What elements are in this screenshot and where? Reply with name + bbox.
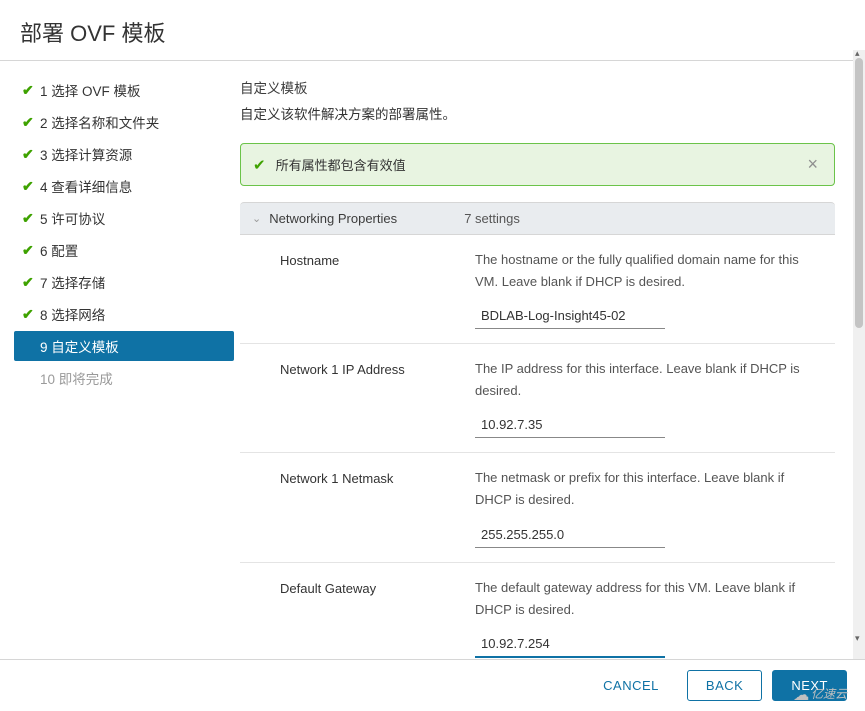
property-input[interactable] bbox=[475, 412, 665, 438]
panel-subtitle: 自定义该软件解决方案的部署属性。 bbox=[240, 103, 835, 123]
property-description: The netmask or prefix for this interface… bbox=[475, 467, 819, 511]
scroll-down-icon[interactable]: ▾ bbox=[855, 633, 860, 644]
property-description: The IP address for this interface. Leave… bbox=[475, 358, 819, 402]
dialog-title: 部署 OVF 模板 bbox=[0, 0, 865, 61]
section-title: Networking Properties bbox=[269, 211, 464, 226]
wizard-step-label: 4 查看详细信息 bbox=[38, 176, 132, 196]
check-icon: ✔ bbox=[22, 178, 38, 195]
property-input[interactable] bbox=[475, 303, 665, 329]
scrollbar[interactable]: ▴ ▾ bbox=[853, 50, 865, 690]
property-row: Default GatewayThe default gateway addre… bbox=[240, 563, 835, 661]
check-icon: ✔ bbox=[22, 274, 38, 291]
chevron-down-icon: ⌄ bbox=[252, 212, 261, 225]
check-icon: ✔ bbox=[22, 146, 38, 163]
property-label: Hostname bbox=[280, 249, 475, 329]
wizard-step-8[interactable]: ✔8 选择网络 bbox=[14, 299, 234, 329]
property-row: Network 1 IP AddressThe IP address for t… bbox=[240, 344, 835, 453]
wizard-step-label: 1 选择 OVF 模板 bbox=[38, 80, 141, 100]
property-label: Default Gateway bbox=[280, 577, 475, 658]
panel-title: 自定义模板 bbox=[240, 77, 835, 97]
section-count: 7 settings bbox=[464, 211, 520, 226]
wizard-step-4[interactable]: ✔4 查看详细信息 bbox=[14, 171, 234, 201]
property-input[interactable] bbox=[475, 522, 665, 548]
wizard-step-1[interactable]: ✔1 选择 OVF 模板 bbox=[14, 75, 234, 105]
check-icon: ✔ bbox=[22, 306, 38, 323]
property-label: Network 1 IP Address bbox=[280, 358, 475, 438]
wizard-step-label: 7 选择存储 bbox=[38, 272, 105, 292]
wizard-step-9[interactable]: ✔9 自定义模板 bbox=[14, 331, 234, 361]
wizard-step-3[interactable]: ✔3 选择计算资源 bbox=[14, 139, 234, 169]
check-icon: ✔ bbox=[22, 114, 38, 131]
wizard-step-10[interactable]: ✔10 即将完成 bbox=[14, 363, 234, 393]
wizard-step-label: 3 选择计算资源 bbox=[38, 144, 132, 164]
scrollbar-thumb[interactable] bbox=[855, 58, 863, 328]
cancel-button[interactable]: CANCEL bbox=[585, 671, 677, 700]
wizard-step-label: 2 选择名称和文件夹 bbox=[38, 112, 159, 132]
property-description: The hostname or the fully qualified doma… bbox=[475, 249, 819, 293]
wizard-step-label: 10 即将完成 bbox=[38, 368, 113, 388]
check-icon: ✔ bbox=[22, 210, 38, 227]
wizard-step-label: 9 自定义模板 bbox=[38, 336, 119, 356]
back-button[interactable]: BACK bbox=[687, 670, 762, 701]
property-row: Network 1 NetmaskThe netmask or prefix f… bbox=[240, 453, 835, 562]
wizard-step-7[interactable]: ✔7 选择存储 bbox=[14, 267, 234, 297]
wizard-step-5[interactable]: ✔5 许可协议 bbox=[14, 203, 234, 233]
property-description: The default gateway address for this VM.… bbox=[475, 577, 819, 621]
property-row: HostnameThe hostname or the fully qualif… bbox=[240, 235, 835, 344]
dialog-footer: CANCEL BACK NEXT bbox=[0, 659, 865, 711]
wizard-step-label: 5 许可协议 bbox=[38, 208, 105, 228]
check-circle-icon: ✔ bbox=[253, 156, 266, 174]
property-label: Network 1 Netmask bbox=[280, 467, 475, 547]
alert-text: 所有属性都包含有效值 bbox=[276, 155, 406, 174]
main-panel: 自定义模板 自定义该软件解决方案的部署属性。 ✔ 所有属性都包含有效值 × ⌄ … bbox=[240, 61, 865, 661]
wizard-step-6[interactable]: ✔6 配置 bbox=[14, 235, 234, 265]
check-icon: ✔ bbox=[22, 242, 38, 259]
section-header[interactable]: ⌄ Networking Properties 7 settings bbox=[240, 202, 835, 235]
wizard-nav: ✔1 选择 OVF 模板✔2 选择名称和文件夹✔3 选择计算资源✔4 查看详细信… bbox=[0, 61, 240, 661]
wizard-step-label: 8 选择网络 bbox=[38, 304, 105, 324]
property-input[interactable] bbox=[475, 631, 665, 658]
next-button[interactable]: NEXT bbox=[772, 670, 847, 701]
alert-success: ✔ 所有属性都包含有效值 × bbox=[240, 143, 835, 186]
check-icon: ✔ bbox=[22, 82, 38, 99]
wizard-step-label: 6 配置 bbox=[38, 240, 78, 260]
close-icon[interactable]: × bbox=[803, 154, 822, 175]
wizard-step-2[interactable]: ✔2 选择名称和文件夹 bbox=[14, 107, 234, 137]
